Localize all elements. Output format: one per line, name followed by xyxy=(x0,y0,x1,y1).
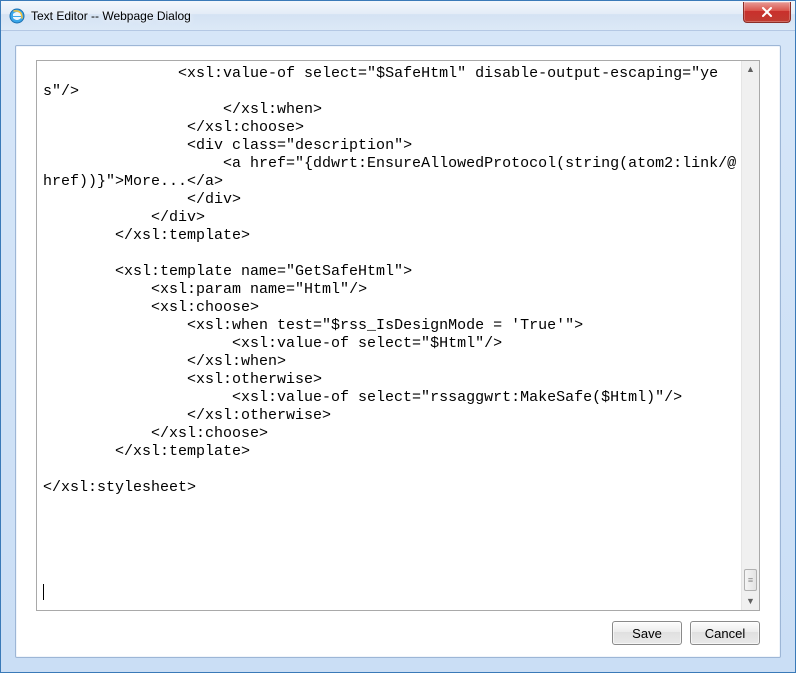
titlebar[interactable]: Text Editor -- Webpage Dialog xyxy=(1,1,795,31)
save-button[interactable]: Save xyxy=(612,621,682,645)
scroll-down-arrow-icon[interactable]: ▼ xyxy=(742,593,759,610)
vertical-scrollbar[interactable]: ▲ ▼ xyxy=(741,61,759,610)
scroll-thumb[interactable] xyxy=(744,569,757,591)
editor-container: ▲ ▼ xyxy=(36,60,760,611)
dialog-window: Text Editor -- Webpage Dialog ▲ ▼ S xyxy=(0,0,796,673)
button-row: Save Cancel xyxy=(36,621,760,645)
client-area: ▲ ▼ Save Cancel xyxy=(1,31,795,672)
panel: ▲ ▼ Save Cancel xyxy=(15,45,781,658)
cancel-button[interactable]: Cancel xyxy=(690,621,760,645)
close-icon xyxy=(761,7,773,17)
scroll-up-arrow-icon[interactable]: ▲ xyxy=(742,61,759,78)
close-button[interactable] xyxy=(743,2,791,23)
window-title: Text Editor -- Webpage Dialog xyxy=(31,9,191,23)
ie-icon xyxy=(9,8,25,24)
scroll-track[interactable] xyxy=(742,78,759,593)
text-caret xyxy=(43,584,44,600)
text-editor[interactable] xyxy=(37,61,741,610)
